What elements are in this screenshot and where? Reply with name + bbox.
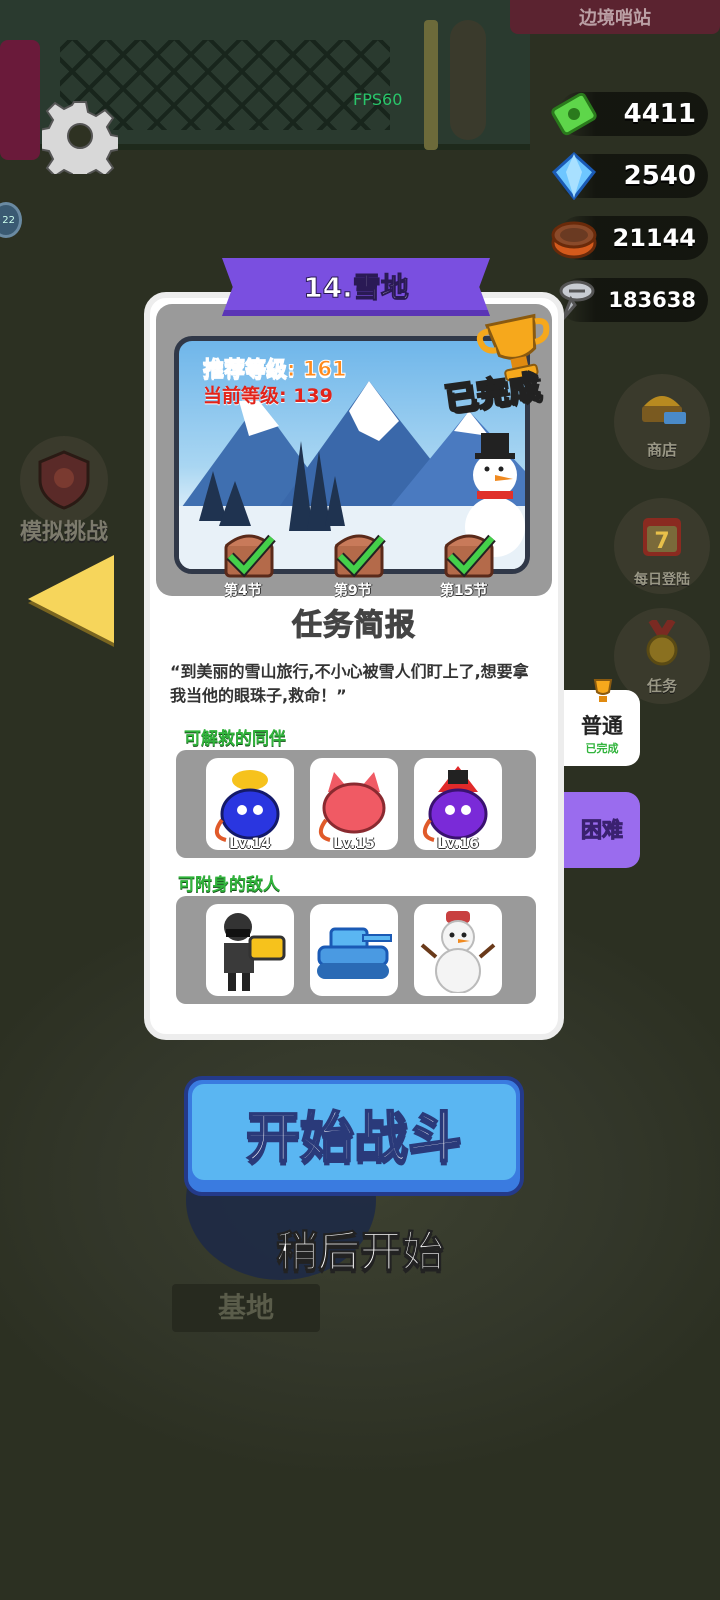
daily-day-number: 7 [654,529,669,554]
start-battle-button[interactable]: 开始战斗 [184,1076,524,1196]
rescuable-companions-title: 可解救的同伴 [184,729,286,749]
start-battle-label: 开始战斗 [192,1084,516,1180]
recommended-level: 推荐等级: 161 [203,357,348,382]
companion-level: Lv.16 [437,836,479,850]
section-chest-checked-icon[interactable] [330,526,388,582]
companion-level: Lv.15 [333,836,375,850]
snowman-enemy-icon [420,911,496,993]
enemy-card[interactable] [206,904,294,996]
shop-icon [614,386,710,439]
mission-brief-title: 任务简报 [292,608,416,644]
small-trophy-icon [590,678,616,708]
gunner-enemy-icon [224,913,286,991]
currency-screws: 183638 [558,278,708,322]
jester-slime-icon [422,766,488,842]
cash-icon [548,88,600,140]
previous-level-arrow-icon[interactable] [28,555,114,643]
start-later-button[interactable]: 稍后开始 [0,1218,720,1279]
base-label: 基地 [172,1284,320,1332]
level-title: 14.雪地 [303,271,410,305]
simulate-challenge-button[interactable]: 模拟挑战 [14,436,114,546]
enemy-card[interactable] [414,904,502,996]
can-icon [548,212,600,264]
duck-slime-icon [214,770,280,842]
enemy-card[interactable] [310,904,398,996]
location-sign: 边境哨站 [510,0,720,34]
companion-card[interactable]: Lv.16 [414,758,502,850]
section-label: 第4节 [224,583,262,599]
companions-row: Lv.14 Lv.15 Lv.16 [176,750,536,858]
shop-button[interactable]: 商店 [614,374,710,470]
shield-icon [20,436,108,524]
currency-gems: 2540 [551,152,708,200]
section-chest-checked-icon[interactable] [440,526,498,582]
tab-hard[interactable]: 困难 [564,792,640,868]
tank-enemy-icon [317,927,392,979]
companion-level: Lv.14 [229,836,271,850]
daily-login-button[interactable]: 7 每日登陆 [614,498,710,594]
companion-card[interactable]: Lv.15 [310,758,398,850]
companion-card[interactable]: Lv.14 [206,758,294,850]
medal-icon [614,617,710,675]
currency-cash: 4411 [551,92,708,136]
shop-label: 商店 [646,441,677,459]
calendar-icon: 7 [614,510,710,569]
tree-background [0,40,40,160]
screws-value: 183638 [608,288,696,312]
current-level: 当前等级: 139 [203,385,333,407]
cash-value: 4411 [623,99,696,129]
cat-slime-icon [318,772,386,842]
section-chest-checked-icon[interactable] [220,526,278,582]
settings-gear-icon[interactable] [38,98,122,185]
fence-post [424,20,438,150]
tab-normal[interactable]: 普通 已完成 [564,679,640,766]
simulate-challenge-label: 模拟挑战 [19,520,108,545]
possessable-enemies-title: 可附身的敌人 [178,875,280,895]
section-label: 第15节 [440,583,488,599]
fps-counter: FPS60 [353,90,403,109]
tab-normal-label: 普通 [581,714,623,738]
tire-stack [450,20,486,140]
gems-value: 2540 [623,161,696,191]
diamond-icon [548,150,600,202]
daily-login-label: 每日登陆 [634,572,690,588]
badge-number: 22 [2,214,15,226]
mission-brief-text: “到美丽的雪山旅行,不小心被雪人们盯上了,想要拿我当他的眼珠子,救命！” [170,662,529,705]
enemies-row [176,896,536,1004]
tab-normal-status: 已完成 [585,742,619,755]
section-label: 第9节 [334,583,372,599]
currency-can: 21144 [551,216,708,260]
can-value: 21144 [612,224,697,252]
